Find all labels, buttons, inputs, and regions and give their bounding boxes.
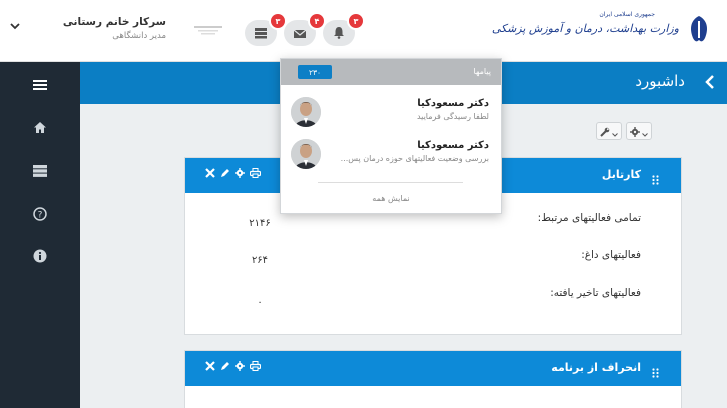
close-icon[interactable] <box>205 168 215 178</box>
drag-grip-icon[interactable] <box>652 170 659 189</box>
chevron-down-icon <box>612 122 618 141</box>
row-label: فعالیتهای تاخیر یافته: <box>550 287 641 299</box>
info-icon[interactable] <box>27 243 53 269</box>
avatar <box>291 139 321 169</box>
wrench-icon <box>600 122 610 141</box>
gear-icon[interactable] <box>235 168 245 178</box>
panel-actions <box>205 168 261 178</box>
pencil-icon[interactable] <box>220 361 230 371</box>
message-count-badge: ۲۳۰ <box>298 65 332 79</box>
user-role: مدیر دانشگاهی <box>112 31 166 41</box>
alerts-notification-button[interactable]: ۳ <box>323 12 365 46</box>
gear-icon <box>630 122 640 141</box>
user-menu[interactable]: سرکار خانم رستانی مدیر دانشگاهی <box>10 14 180 48</box>
ministry-subtitle: جمهوری اسلامی ایران <box>599 11 655 18</box>
message-text: بررسی وضعیت فعالیتهای حوزه درمان پس... <box>340 154 489 163</box>
panel-actions <box>205 361 261 371</box>
dropdown-header: ۲۳۰ پیامها <box>281 59 501 85</box>
show-all-link[interactable]: نمایش همه <box>281 194 501 203</box>
chevron-left-icon[interactable] <box>705 74 715 94</box>
alerts-badge: ۳ <box>347 12 365 30</box>
message-item[interactable]: دکتر مسعودکیا لطفا رسیدگی فرمایید <box>281 92 501 132</box>
message-text: لطفا رسیدگی فرمایید <box>416 112 489 121</box>
panel-title: انحراف از برنامه <box>551 361 641 374</box>
server-icon <box>254 24 268 43</box>
chevron-down-icon <box>642 122 648 141</box>
message-item[interactable]: دکتر مسعودکیا بررسی وضعیت فعالیتهای حوزه… <box>281 134 501 174</box>
settings-dropdown-button[interactable] <box>626 122 652 140</box>
gear-icon[interactable] <box>235 361 245 371</box>
deviation-panel: انحراف از برنامه <box>184 350 682 408</box>
list-item: فعالیتهای داغ: ۲۶۴ <box>185 249 681 269</box>
list-item: تمامی فعالیتهای مرتبط: ۲۱۴۶ <box>185 212 681 232</box>
home-icon[interactable] <box>27 114 53 140</box>
panel-title: کارتابل <box>601 168 641 181</box>
envelope-icon <box>293 24 307 43</box>
help-icon[interactable]: ? <box>27 201 53 227</box>
bell-icon <box>333 24 345 43</box>
print-icon[interactable] <box>250 361 261 371</box>
server-icon[interactable] <box>27 158 53 184</box>
drag-grip-icon[interactable] <box>652 363 659 382</box>
messages-notification-button[interactable]: ۴ <box>284 12 326 46</box>
top-header: سرکار خانم رستانی مدیر دانشگاهی ۳ ۴ ۳ جم… <box>0 0 727 62</box>
ministry-logo: جمهوری اسلامی ایران وزارت بهداشت، درمان … <box>492 8 713 52</box>
sidebar: ? <box>0 62 80 408</box>
message-sender: دکتر مسعودکیا <box>417 98 489 109</box>
divider <box>318 182 463 183</box>
tools-dropdown-button[interactable] <box>596 122 622 140</box>
row-label: تمامی فعالیتهای مرتبط: <box>537 212 641 224</box>
close-icon[interactable] <box>205 361 215 371</box>
university-logo <box>188 22 228 44</box>
avatar <box>291 97 321 127</box>
ministry-name: وزارت بهداشت، درمان و آموزش پزشکی <box>491 22 679 35</box>
chevron-down-icon[interactable] <box>10 20 20 33</box>
menu-icon[interactable] <box>27 72 53 98</box>
page-title: داشبورد <box>635 72 685 90</box>
svg-text:?: ? <box>38 211 43 221</box>
pencil-icon[interactable] <box>220 168 230 178</box>
ministry-emblem-icon <box>691 16 707 42</box>
print-icon[interactable] <box>250 168 261 178</box>
message-sender: دکتر مسعودکیا <box>417 140 489 151</box>
tasks-notification-button[interactable]: ۳ <box>245 12 287 46</box>
dropdown-title: پیامها <box>473 67 492 76</box>
row-value[interactable]: ۲۱۴۶ <box>225 218 295 229</box>
user-name: سرکار خانم رستانی <box>62 16 166 28</box>
row-value[interactable]: ۲۶۴ <box>225 255 295 266</box>
list-item: فعالیتهای تاخیر یافته: ۰ <box>185 287 681 308</box>
row-label: فعالیتهای داغ: <box>581 249 641 261</box>
messages-dropdown: ۲۳۰ پیامها دکتر مسعودکیا لطفا رسیدگی فرم… <box>280 58 502 214</box>
deviation-panel-header: انحراف از برنامه <box>185 351 681 386</box>
row-value[interactable]: ۰ <box>225 297 295 308</box>
